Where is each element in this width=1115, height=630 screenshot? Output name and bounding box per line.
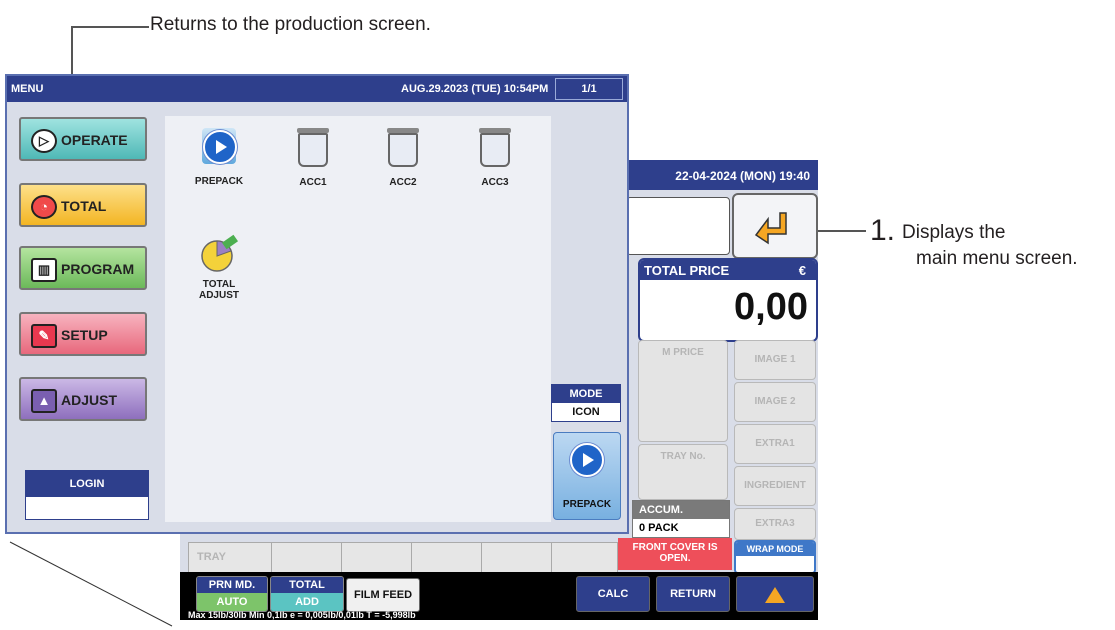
total-clock-icon: ◔ bbox=[31, 195, 57, 219]
acc2-trash-icon bbox=[388, 133, 418, 167]
callout-number: 1. bbox=[870, 214, 896, 247]
prn-md-value: AUTO bbox=[197, 593, 267, 611]
total-button[interactable]: ◔ TOTAL bbox=[19, 183, 147, 227]
total-price-value: 0,00 bbox=[734, 286, 808, 328]
mode-label: MODE bbox=[552, 385, 620, 403]
mode-box[interactable]: MODE ICON bbox=[551, 384, 621, 422]
acc1-label: ACC1 bbox=[299, 177, 327, 188]
mode-value: ICON bbox=[572, 406, 600, 418]
adjust-triangle-icon: ▲ bbox=[31, 389, 57, 413]
prepack-shortcut-label: PREPACK bbox=[562, 499, 612, 510]
accum-panel: ACCUM. 0 PACK bbox=[632, 500, 730, 538]
acc1-app-icon[interactable]: ACC1 bbox=[277, 128, 349, 188]
prepack-shortcut-button[interactable]: PREPACK bbox=[553, 432, 621, 520]
adjust-label: ADJUST bbox=[61, 392, 118, 408]
program-button[interactable]: ▥ PROGRAM bbox=[19, 246, 147, 290]
total-mode-button[interactable]: TOTAL ADD bbox=[270, 576, 344, 612]
total-price-panel: TOTAL PRICE € 0,00 bbox=[638, 258, 818, 342]
prepack-play-icon bbox=[202, 128, 237, 164]
tray-label: TRAY bbox=[197, 551, 226, 563]
total-mode-value: ADD bbox=[271, 593, 343, 611]
prn-md-button[interactable]: PRN MD. AUTO bbox=[196, 576, 268, 612]
scroll-up-button[interactable] bbox=[736, 576, 814, 612]
prepack-app-icon[interactable]: PREPACK bbox=[183, 128, 255, 187]
acc3-label: ACC3 bbox=[481, 177, 509, 188]
setup-label: SETUP bbox=[61, 327, 108, 343]
production-datetime: 22-04-2024 (MON) 19:40 bbox=[675, 169, 810, 183]
callout-top-text: Returns to the production screen. bbox=[150, 14, 431, 35]
program-book-icon: ▥ bbox=[31, 258, 57, 282]
total-adjust-app-icon[interactable]: TOTAL ADJUST bbox=[183, 234, 255, 301]
return-arrow-icon bbox=[754, 212, 787, 245]
front-cover-line2: OPEN. bbox=[659, 553, 691, 564]
setup-button[interactable]: ✎ SETUP bbox=[19, 312, 147, 356]
bottom-button-bar: PRN MD. AUTO TOTAL ADD FILM FEED CALC RE… bbox=[180, 572, 818, 620]
production-display-field bbox=[626, 197, 730, 255]
callout-right-line2: main menu screen. bbox=[916, 248, 1078, 269]
total-adjust-label-line2: ADJUST bbox=[198, 290, 239, 301]
menu-title: MENU bbox=[11, 83, 44, 95]
adjust-button[interactable]: ▲ ADJUST bbox=[19, 377, 147, 421]
acc3-app-icon[interactable]: ACC3 bbox=[459, 128, 531, 188]
login-label: LOGIN bbox=[26, 471, 148, 497]
main-menu-window: MENU AUG.29.2023 (TUE) 10:54PM 1/1 ▷ OPE… bbox=[5, 74, 629, 534]
menu-datetime: AUG.29.2023 (TUE) 10:54PM bbox=[401, 83, 549, 95]
operate-button[interactable]: ▷ OPERATE bbox=[19, 117, 147, 161]
image2-button[interactable]: IMAGE 2 bbox=[734, 382, 816, 422]
wrap-mode-label: WRAP MODE bbox=[736, 542, 814, 556]
return-button[interactable]: RETURN bbox=[656, 576, 730, 612]
prepack-shortcut-play-icon bbox=[570, 443, 604, 477]
tray-no-label: TRAY No. bbox=[660, 451, 706, 462]
prn-md-label: PRN MD. bbox=[197, 577, 267, 593]
menu-title-bar: MENU AUG.29.2023 (TUE) 10:54PM 1/1 bbox=[7, 76, 627, 102]
accum-label: ACCUM. bbox=[633, 501, 729, 519]
program-label: PROGRAM bbox=[61, 261, 135, 277]
callout-leader-top-horizontal bbox=[71, 26, 149, 28]
ingredient-button[interactable]: INGREDIENT bbox=[734, 466, 816, 506]
main-menu-button[interactable] bbox=[732, 193, 818, 259]
tray-no-field: TRAY No. bbox=[638, 444, 728, 500]
callout-right-line1: Displays the bbox=[902, 222, 1006, 243]
menu-page-indicator: 1/1 bbox=[555, 78, 623, 100]
triangle-up-icon bbox=[765, 587, 785, 603]
front-cover-warning: FRONT COVER IS OPEN. bbox=[618, 538, 732, 570]
total-adjust-pie-icon bbox=[201, 234, 239, 272]
currency-label: € bbox=[798, 263, 806, 278]
wrap-mode-button[interactable]: WRAP MODE bbox=[734, 540, 816, 574]
acc3-trash-icon bbox=[480, 133, 510, 167]
operate-label: OPERATE bbox=[61, 132, 128, 148]
perspective-line bbox=[9, 541, 173, 627]
status-line: Max 15lb/30lb Min 0,1lb e = 0,005lb/0,01… bbox=[188, 610, 416, 620]
login-box[interactable]: LOGIN bbox=[25, 470, 149, 520]
calc-button[interactable]: CALC bbox=[576, 576, 650, 612]
film-feed-button[interactable]: FILM FEED bbox=[346, 578, 420, 612]
front-cover-line1: FRONT COVER IS bbox=[632, 542, 718, 553]
m-price-label: M PRICE bbox=[662, 347, 704, 358]
extra1-button[interactable]: EXTRA1 bbox=[734, 424, 816, 464]
m-price-field: M PRICE bbox=[638, 340, 728, 442]
acc2-app-icon[interactable]: ACC2 bbox=[367, 128, 439, 188]
operate-icon: ▷ bbox=[31, 129, 57, 153]
total-label: TOTAL bbox=[61, 198, 107, 214]
image1-button[interactable]: IMAGE 1 bbox=[734, 340, 816, 380]
extra3-button[interactable]: EXTRA3 bbox=[734, 508, 816, 540]
total-price-label: TOTAL PRICE bbox=[644, 263, 730, 278]
total-mode-label: TOTAL bbox=[271, 577, 343, 593]
accum-value: 0 PACK bbox=[639, 522, 679, 534]
tray-row: TRAY bbox=[188, 542, 618, 574]
setup-wrench-icon: ✎ bbox=[31, 324, 57, 348]
prepack-label: PREPACK bbox=[194, 176, 244, 187]
acc2-label: ACC2 bbox=[389, 177, 417, 188]
total-adjust-label-line1: TOTAL bbox=[202, 279, 236, 290]
acc1-trash-icon bbox=[298, 133, 328, 167]
